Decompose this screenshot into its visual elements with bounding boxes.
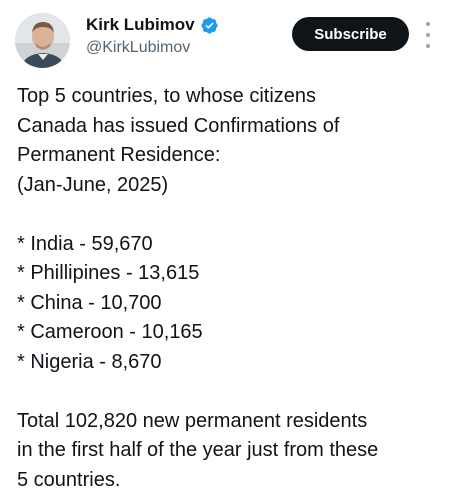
post-text: Top 5 countries, to whose citizens Canad…	[17, 82, 447, 495]
author-display-name[interactable]: Kirk Lubimov	[86, 14, 195, 36]
author-handle[interactable]: @KirkLubimov	[86, 37, 219, 59]
avatar-photo	[15, 13, 70, 68]
post-line: Top 5 countries, to whose citizens	[17, 85, 317, 107]
post-line: (Jan-June, 2025)	[17, 173, 169, 196]
list-item: * Cameroon - 10,165	[17, 321, 203, 343]
post-card: Kirk Lubimov @KirkLubimov Subscribe Top …	[0, 0, 456, 500]
post-line: Permanent Residence:	[17, 144, 221, 166]
list-item: * Phillipines - 13,615	[17, 262, 200, 284]
verified-badge-icon[interactable]	[200, 16, 219, 35]
more-vertical-icon[interactable]	[421, 22, 435, 48]
list-item: * China - 10,700	[17, 291, 162, 314]
avatar[interactable]	[15, 13, 70, 68]
list-item: * India - 59,670	[17, 232, 153, 255]
author-block: Kirk Lubimov @KirkLubimov	[86, 14, 219, 59]
subscribe-button[interactable]: Subscribe	[292, 17, 409, 51]
post-line: Total 102,820 new permanent residents	[17, 409, 368, 432]
list-item: * Nigeria - 8,670	[17, 350, 162, 373]
post-line: Canada has issued Confirmations of	[17, 114, 340, 137]
post-line: 5 countries.	[17, 468, 121, 491]
author-name-row: Kirk Lubimov	[86, 14, 219, 36]
post-line: in the first half of the year just from …	[17, 439, 379, 461]
